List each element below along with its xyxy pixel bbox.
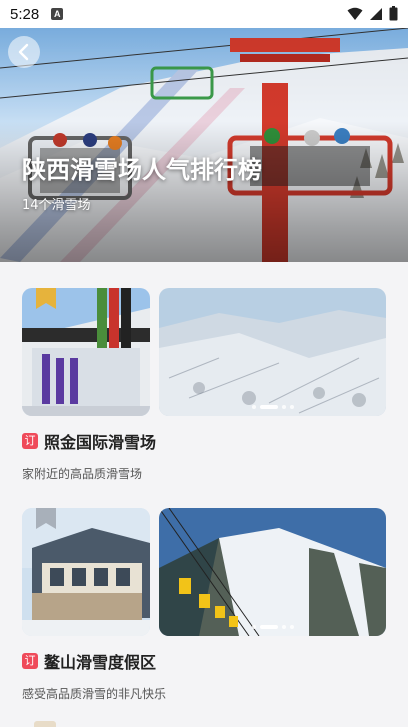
pager-dot[interactable] (251, 625, 256, 629)
wifi-icon (347, 7, 363, 20)
photo-pager[interactable] (159, 625, 386, 629)
resort-photo-main[interactable]: 2 (22, 508, 150, 636)
resort-title-row[interactable]: 订 照金国际滑雪场 (22, 429, 156, 453)
signal-icon (370, 7, 382, 20)
pager-dot[interactable] (289, 405, 294, 409)
battery-icon (389, 6, 398, 21)
resort-photo-gallery[interactable] (159, 508, 386, 636)
pager-dot[interactable] (251, 405, 256, 409)
resort-count: 14个滑雪场 (22, 198, 91, 213)
rank-badge-icon (36, 508, 56, 529)
booking-tag: 订 (22, 653, 38, 669)
back-button[interactable] (8, 36, 40, 68)
resort-photo-main[interactable]: 1 (22, 288, 150, 416)
resort-title-row[interactable]: 订 鳌山滑雪度假区 (22, 649, 156, 673)
pager-dot[interactable] (281, 625, 286, 629)
next-card-peek[interactable] (34, 721, 56, 727)
pager-dot-active[interactable] (259, 405, 278, 409)
resort-description: 家附近的高品质滑雪场 (22, 467, 143, 481)
booking-tag: 订 (22, 433, 38, 449)
hero-banner: 陕西滑雪场人气排行榜 14个滑雪场 (0, 28, 408, 262)
pager-dot[interactable] (289, 625, 294, 629)
rank-badge-icon (36, 288, 56, 309)
status-time: 5:28 (10, 5, 40, 23)
notification-a-icon: A (51, 8, 64, 20)
resort-gondola-image (159, 508, 386, 636)
hero-shade (0, 28, 408, 262)
status-bar: 5:28 A (0, 0, 408, 28)
back-arrow-icon (18, 43, 29, 61)
resort-photo-gallery[interactable] (159, 288, 386, 416)
resort-mountain-image (159, 288, 386, 416)
status-icons (347, 6, 398, 21)
pager-dot-active[interactable] (259, 625, 278, 629)
pager-dot[interactable] (281, 405, 286, 409)
resort-name[interactable]: 照金国际滑雪场 (44, 429, 156, 453)
page-title: 陕西滑雪场人气排行榜 (22, 156, 262, 184)
photo-pager[interactable] (159, 405, 386, 409)
resort-name[interactable]: 鳌山滑雪度假区 (44, 649, 156, 673)
resort-list: 1 (0, 262, 408, 727)
resort-description: 感受高品质滑雪的非凡快乐 (22, 687, 167, 701)
